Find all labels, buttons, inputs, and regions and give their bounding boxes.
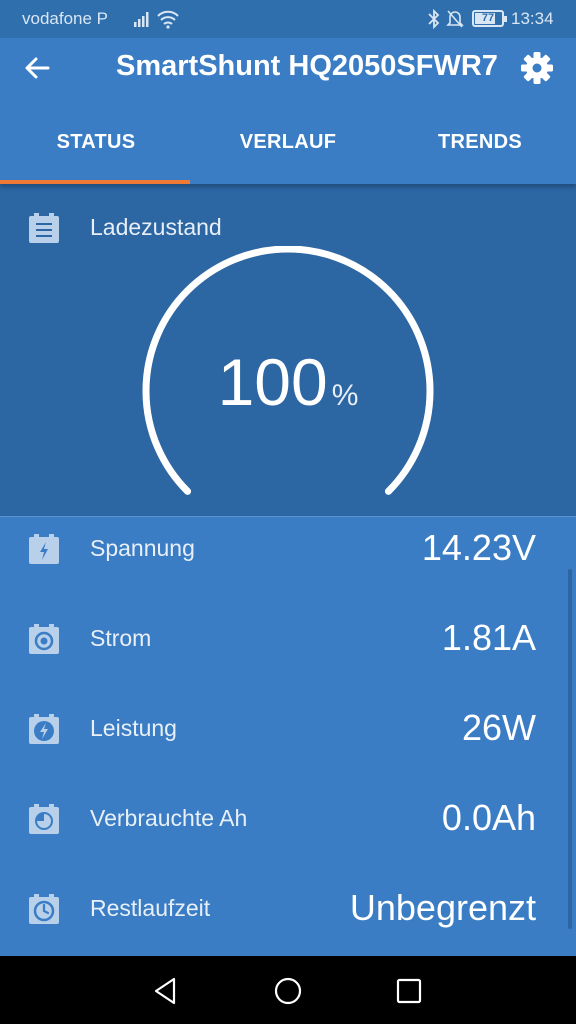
tab-trends[interactable]: TRENDS	[384, 100, 576, 184]
bluetooth-icon	[428, 9, 440, 29]
nav-recents-icon[interactable]	[392, 974, 426, 1008]
list-item-verbrauchte-ah: Verbrauchte Ah 0.0Ah	[0, 787, 576, 877]
list-item-leistung: Leistung 26W	[0, 697, 576, 787]
tab-verlauf[interactable]: VERLAUF	[192, 100, 384, 184]
power-battery-icon	[29, 714, 59, 744]
reading-label: Strom	[90, 625, 152, 651]
reading-value: 26W	[461, 707, 536, 748]
clock: 13:34	[511, 9, 554, 28]
consumed-battery-icon	[29, 804, 59, 834]
battery-level-text: 77	[481, 12, 495, 24]
list-item-restlaufzeit: Restlaufzeit Unbegrenzt	[0, 877, 576, 967]
nav-home-icon[interactable]	[271, 974, 305, 1008]
gear-icon[interactable]	[520, 51, 554, 85]
active-tab-indicator	[0, 180, 190, 184]
reading-value: 14.23V	[421, 527, 536, 568]
reading-value: Unbegrenzt	[349, 887, 536, 928]
wifi-icon	[157, 10, 179, 29]
battery-icon: 77	[472, 10, 507, 27]
arrow-left-icon[interactable]	[22, 52, 54, 84]
gauge-unit: %	[331, 379, 359, 412]
page-title: SmartShunt HQ2050SFWR7	[116, 50, 498, 82]
tab-bar: STATUS VERLAUF TRENDS	[0, 100, 576, 184]
state-of-charge-section: Ladezustand 100%	[0, 184, 576, 516]
scrollbar[interactable]	[568, 569, 572, 929]
status-bar: vodafone P 77 13:34	[0, 0, 576, 38]
reading-label: Spannung	[90, 535, 195, 561]
reading-value: 0.0Ah	[441, 797, 536, 838]
tab-status[interactable]: STATUS	[0, 100, 192, 184]
nav-back-icon[interactable]	[148, 974, 182, 1008]
carrier-name: vodafone P	[22, 9, 109, 28]
readings-list: Spannung 14.23V Strom 1.81A Leistung 26W…	[0, 516, 576, 956]
reading-label: Leistung	[90, 715, 177, 741]
current-battery-icon	[29, 624, 59, 654]
list-item-strom: Strom 1.81A	[0, 607, 576, 697]
app-bar: SmartShunt HQ2050SFWR7	[0, 38, 576, 100]
gauge-title: Ladezustand	[90, 214, 222, 240]
system-nav-bar	[0, 956, 576, 1024]
gauge-value-number: 100	[217, 345, 328, 419]
list-battery-icon	[29, 213, 59, 243]
time-battery-icon	[29, 894, 59, 924]
signal-icon	[134, 12, 149, 27]
list-item-spannung: Spannung 14.23V	[0, 517, 576, 607]
reading-value: 1.81A	[441, 617, 536, 658]
reading-label: Verbrauchte Ah	[90, 805, 248, 831]
voltage-battery-icon	[29, 534, 59, 564]
reading-label: Restlaufzeit	[90, 895, 211, 921]
gauge-value: 100%	[0, 344, 576, 420]
notifications-off-icon	[446, 10, 464, 28]
